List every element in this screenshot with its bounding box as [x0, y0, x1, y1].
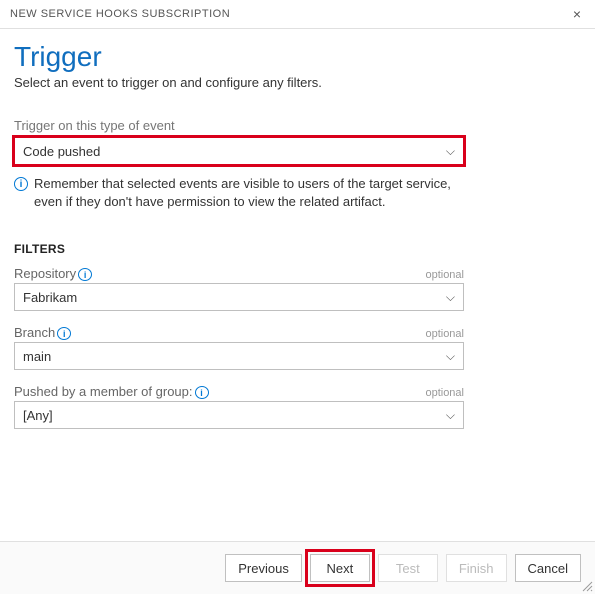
- page-title: Trigger: [14, 41, 581, 73]
- test-button: Test: [378, 554, 438, 582]
- cancel-button[interactable]: Cancel: [515, 554, 581, 582]
- branch-select[interactable]: main ⌵: [14, 342, 464, 370]
- pushed-by-label: Pushed by a member of group: i: [14, 384, 209, 399]
- optional-text: optional: [425, 269, 464, 281]
- info-icon[interactable]: i: [195, 386, 209, 399]
- titlebar: NEW SERVICE HOOKS SUBSCRIPTION ×: [0, 0, 595, 29]
- page-subtitle: Select an event to trigger on and config…: [14, 75, 581, 90]
- repository-label-text: Repository: [14, 266, 76, 281]
- optional-text: optional: [425, 387, 464, 399]
- dialog-footer: Previous Next Test Finish Cancel: [0, 541, 595, 594]
- pushed-by-value: [Any]: [23, 408, 53, 423]
- branch-label: Branch i: [14, 325, 71, 340]
- branch-value: main: [23, 349, 51, 364]
- previous-button[interactable]: Previous: [225, 554, 302, 582]
- next-button[interactable]: Next: [310, 554, 370, 582]
- optional-text: optional: [425, 328, 464, 340]
- filter-pushed-by: Pushed by a member of group: i optional …: [14, 384, 464, 429]
- resize-grip-icon[interactable]: [581, 580, 593, 592]
- event-type-label: Trigger on this type of event: [14, 118, 581, 133]
- chevron-down-icon: ⌵: [446, 144, 455, 159]
- event-info-row: i Remember that selected events are visi…: [14, 175, 464, 210]
- filter-label-row: Pushed by a member of group: i optional: [14, 384, 464, 399]
- event-type-value: Code pushed: [23, 144, 100, 159]
- filter-label-row: Repository i optional: [14, 266, 464, 281]
- filter-repository: Repository i optional Fabrikam ⌵: [14, 266, 464, 311]
- finish-button: Finish: [446, 554, 507, 582]
- branch-label-text: Branch: [14, 325, 55, 340]
- close-icon[interactable]: ×: [569, 6, 585, 22]
- chevron-down-icon: ⌵: [446, 290, 455, 305]
- event-type-select-wrap: Code pushed ⌵: [14, 137, 581, 165]
- dialog-content: Trigger Select an event to trigger on an…: [0, 29, 595, 541]
- info-icon[interactable]: i: [57, 327, 71, 340]
- repository-select[interactable]: Fabrikam ⌵: [14, 283, 464, 311]
- pushed-by-label-text: Pushed by a member of group:: [14, 384, 193, 399]
- filter-label-row: Branch i optional: [14, 325, 464, 340]
- service-hooks-dialog: NEW SERVICE HOOKS SUBSCRIPTION × Trigger…: [0, 0, 595, 594]
- chevron-down-icon: ⌵: [446, 349, 455, 364]
- repository-value: Fabrikam: [23, 290, 77, 305]
- chevron-down-icon: ⌵: [446, 408, 455, 423]
- info-icon[interactable]: i: [78, 268, 92, 281]
- dialog-title: NEW SERVICE HOOKS SUBSCRIPTION: [10, 8, 230, 20]
- filters-heading: FILTERS: [14, 242, 581, 256]
- event-type-select[interactable]: Code pushed ⌵: [14, 137, 464, 165]
- event-info-text: Remember that selected events are visibl…: [34, 175, 464, 210]
- info-icon: i: [14, 177, 28, 191]
- filter-branch: Branch i optional main ⌵: [14, 325, 464, 370]
- repository-label: Repository i: [14, 266, 92, 281]
- pushed-by-select[interactable]: [Any] ⌵: [14, 401, 464, 429]
